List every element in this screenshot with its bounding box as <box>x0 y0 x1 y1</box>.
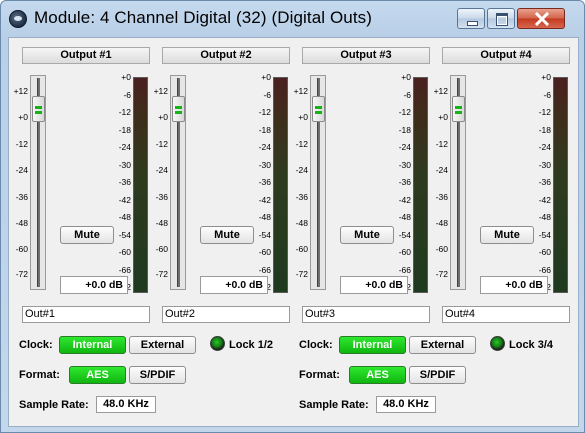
format-aes-button[interactable]: AES <box>349 366 406 384</box>
close-icon <box>534 12 550 26</box>
clock-internal-button[interactable]: Internal <box>59 336 126 354</box>
channel-name-field[interactable]: Out#2 <box>162 306 290 323</box>
module-window: Module: 4 Channel Digital (32) (Digital … <box>0 0 585 433</box>
channel-strip-3: Output #3 +12 +0 -12 -24 -36 -48 -60 -72… <box>293 38 439 323</box>
volume-fader[interactable] <box>310 75 326 290</box>
mute-button[interactable]: Mute <box>200 226 254 244</box>
fader-knob[interactable] <box>172 96 185 122</box>
fader-scale: +12 +0 -12 -24 -36 -48 -60 -72 <box>13 86 28 279</box>
mute-button[interactable]: Mute <box>60 226 114 244</box>
volume-fader[interactable] <box>170 75 186 290</box>
channel-name-field[interactable]: Out#1 <box>22 306 150 323</box>
gain-readout[interactable]: +0.0 dB <box>340 276 408 294</box>
channel-name-field[interactable]: Out#4 <box>442 306 570 323</box>
lock-led-icon <box>210 336 225 351</box>
fader-scale: +12 +0 -12 -24 -36 -48 -60 -72 <box>293 86 308 279</box>
volume-fader[interactable] <box>30 75 46 290</box>
fader-knob[interactable] <box>452 96 465 122</box>
volume-fader[interactable] <box>450 75 466 290</box>
fader-scale: +12 +0 -12 -24 -36 -48 -60 -72 <box>153 86 168 279</box>
format-spdif-button[interactable]: S/PDIF <box>129 366 186 384</box>
fader-scale: +12 +0 -12 -24 -36 -48 -60 -72 <box>433 86 448 279</box>
clock-label: Clock: <box>19 339 53 351</box>
app-icon <box>9 10 27 28</box>
channel-strip-4: Output #4 +12 +0 -12 -24 -36 -48 -60 -72… <box>433 38 579 323</box>
mute-button[interactable]: Mute <box>340 226 394 244</box>
format-label: Format: <box>19 369 60 381</box>
module-panel: Output #1 +12 +0 -12 -24 -36 -48 -60 -72… <box>8 37 579 427</box>
format-aes-button[interactable]: AES <box>69 366 126 384</box>
lock-led-icon <box>490 336 505 351</box>
fader-knob[interactable] <box>312 96 325 122</box>
close-button[interactable] <box>517 8 565 29</box>
sample-rate-value: 48.0 KHz <box>96 396 156 413</box>
gain-readout[interactable]: +0.0 dB <box>200 276 268 294</box>
fader-knob[interactable] <box>32 96 45 122</box>
sample-rate-value: 48.0 KHz <box>376 396 436 413</box>
clock-internal-button[interactable]: Internal <box>339 336 406 354</box>
minimize-button[interactable] <box>457 8 485 29</box>
maximize-button[interactable] <box>487 8 515 29</box>
clock-external-button[interactable]: External <box>129 336 196 354</box>
clock-external-button[interactable]: External <box>409 336 476 354</box>
channel-name-field[interactable]: Out#3 <box>302 306 430 323</box>
window-title: Module: 4 Channel Digital (32) (Digital … <box>34 8 373 27</box>
clock-label: Clock: <box>299 339 333 351</box>
gain-readout[interactable]: +0.0 dB <box>480 276 548 294</box>
format-spdif-button[interactable]: S/PDIF <box>409 366 466 384</box>
title-bar[interactable]: Module: 4 Channel Digital (32) (Digital … <box>1 1 584 37</box>
level-meter <box>133 77 148 293</box>
lock-label: Lock 3/4 <box>509 339 554 351</box>
format-label: Format: <box>299 369 340 381</box>
level-meter <box>413 77 428 293</box>
channel-strip-1: Output #1 +12 +0 -12 -24 -36 -48 -60 -72… <box>13 38 159 323</box>
level-meter <box>553 77 568 293</box>
level-meter <box>273 77 288 293</box>
sample-rate-label: Sample Rate: <box>299 399 369 411</box>
sample-rate-label: Sample Rate: <box>19 399 89 411</box>
mute-button[interactable]: Mute <box>480 226 534 244</box>
channel-strip-2: Output #2 +12 +0 -12 -24 -36 -48 -60 -72… <box>153 38 299 323</box>
lock-label: Lock 1/2 <box>229 339 274 351</box>
gain-readout[interactable]: +0.0 dB <box>60 276 128 294</box>
